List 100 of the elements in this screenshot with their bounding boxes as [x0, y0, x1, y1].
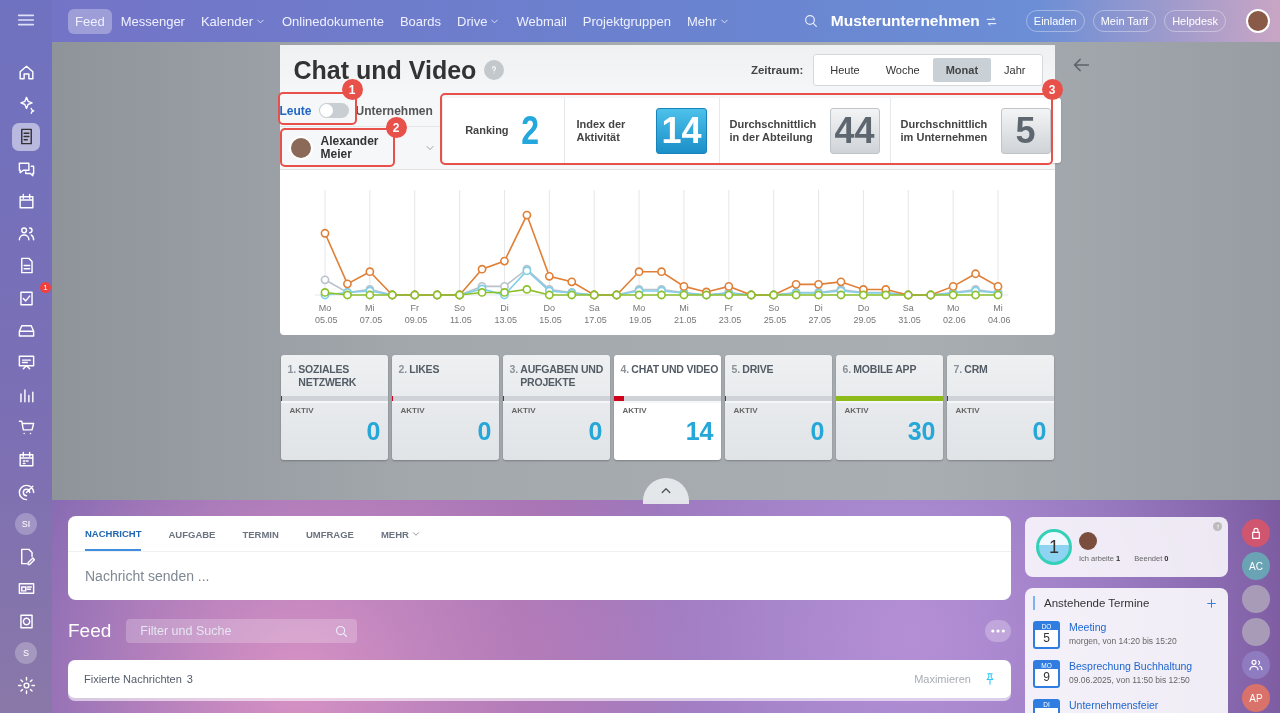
sidebar-item[interactable] [12, 122, 40, 151]
card-number: 2. [398, 363, 408, 377]
menu-item[interactable]: Boards [392, 8, 449, 34]
target-icon [16, 482, 36, 502]
category-card[interactable]: 6. MOBILE APP AKTIV 30 [835, 355, 943, 460]
period-tab[interactable]: Woche [872, 58, 933, 82]
card-value: 14 [684, 417, 715, 446]
events-title: Anstehende Termine [1044, 597, 1150, 609]
stat-label: Durchschnittlich im Unternehmen [900, 117, 989, 144]
card-title: CRM [964, 363, 988, 377]
event-time: morgen, von 14:20 bis 15:20 [1069, 636, 1177, 646]
menu-item[interactable]: Messenger [113, 8, 192, 34]
search-icon[interactable] [802, 13, 819, 29]
user-avatar[interactable] [1246, 9, 1270, 33]
home-icon [16, 62, 36, 82]
composer-tab[interactable]: AUFGABE [168, 516, 243, 552]
card-value: 0 [1031, 417, 1048, 446]
toggle-label[interactable]: Leute [279, 103, 312, 118]
day-number: 9 [1043, 669, 1050, 686]
chat-icon [16, 159, 36, 179]
menu-item[interactable]: Kalender [193, 8, 273, 34]
stat-value: 5 [1000, 107, 1051, 154]
card-number: 5. [731, 363, 741, 377]
card-value: 30 [906, 417, 937, 446]
people-icon [1248, 657, 1264, 673]
menu-item[interactable]: Webmail [509, 8, 574, 34]
avatar[interactable]: SI [15, 513, 37, 536]
status-label: AKTIV [954, 405, 981, 415]
feed-title: Feed [68, 620, 112, 642]
card-number: 1. [287, 363, 297, 377]
axis-label: Sa 31.05 [897, 303, 921, 325]
search-input[interactable]: Filter und Suche [138, 623, 335, 639]
card-number: 7. [953, 363, 963, 377]
axis-label: Fr 23.05 [718, 303, 741, 325]
event-link[interactable]: Meeting [1069, 621, 1177, 633]
day-number: 5 [1043, 630, 1050, 647]
menu-item[interactable]: Mehr [679, 8, 737, 34]
search-field[interactable]: Filter und Suche [126, 619, 358, 643]
add-icon[interactable] [1205, 596, 1218, 610]
swap-icon [984, 14, 998, 28]
status-label: AKTIV [621, 405, 648, 415]
composer-tab[interactable]: TERMIN [242, 516, 306, 552]
axis-label: Mo 05.05 [314, 303, 337, 325]
avatar[interactable]: S [15, 642, 37, 665]
status-label: AKTIV [399, 405, 426, 415]
axis-label: Do 15.05 [538, 303, 562, 325]
axis-label: Fr 09.05 [404, 303, 427, 325]
card-title: DRIVE [742, 363, 774, 377]
category-card[interactable]: 3. AUFGABEN UND PROJEKTE AKTIV 0 [502, 355, 610, 460]
pinned-count: 3 [186, 673, 193, 685]
avatar[interactable]: AC [1242, 552, 1270, 580]
period-tab[interactable]: Jahr [991, 58, 1039, 82]
status-label: AKTIV [732, 405, 759, 415]
card-value: 0 [476, 417, 493, 446]
group-chat-button[interactable] [1242, 651, 1270, 679]
user-avatar [288, 136, 313, 161]
presentation-icon [16, 353, 36, 373]
category-card[interactable]: 5. DRIVE AKTIV 0 [724, 355, 832, 460]
pinned-label: Fixierte Nachrichten [84, 673, 182, 685]
stat-label: Index der Aktivität [576, 117, 627, 144]
card-title: SOZIALES NETZWERK [298, 363, 358, 390]
status-label: AKTIV [843, 405, 870, 415]
card-value: 0 [809, 417, 826, 446]
axis-label: Mi 04.06 [987, 303, 1010, 325]
calendar-icon [16, 450, 36, 470]
calendar-icon [16, 191, 36, 211]
toggle-label[interactable]: Unternehmen [355, 103, 433, 118]
menu-item[interactable]: Onlinedokumente [275, 8, 391, 34]
axis-label: Sa 17.05 [583, 303, 607, 325]
lock-button[interactable] [1242, 519, 1270, 547]
card-number: 6. [842, 363, 852, 377]
event-link[interactable]: Besprechung Buchhaltung [1069, 660, 1193, 672]
company-switcher[interactable]: Musterunternehmen [830, 12, 998, 30]
toggle-switch[interactable] [318, 103, 349, 119]
event-link[interactable]: Unternehmensfeier [1069, 699, 1159, 711]
composer-tab[interactable]: MEHR [380, 516, 448, 552]
period-tab[interactable]: Heute [817, 58, 873, 82]
menu-item[interactable]: Drive [450, 8, 508, 34]
period-label: Zeitraum: [750, 64, 804, 76]
status-label: AKTIV [510, 405, 537, 415]
period-tab[interactable]: Monat [932, 58, 992, 82]
stat-value: 14 [656, 107, 707, 154]
card-title: MOBILE APP [853, 363, 917, 377]
avatar[interactable]: AP [1242, 684, 1270, 712]
more-button[interactable] [985, 620, 1011, 642]
card-value: 0 [365, 417, 382, 446]
category-card[interactable]: 2. LIKES AKTIV 0 [391, 355, 499, 460]
timer-value: 1 [1049, 536, 1059, 558]
more-icon [991, 629, 1005, 633]
axis-label: Mi 07.05 [359, 303, 382, 325]
message-input[interactable]: Nachricht senden ... [85, 564, 994, 587]
category-card[interactable]: 4. CHAT UND VIDEO AKTIV 14 [613, 355, 721, 460]
category-card[interactable]: 7. CRM AKTIV 0 [946, 355, 1054, 460]
stat-label: Durchschnittlich in der Abteilung [729, 117, 818, 144]
axis-label: Do 29.05 [852, 303, 876, 325]
axis-label: Di 13.05 [493, 303, 517, 325]
composer-tab[interactable]: UMFRAGE [305, 516, 381, 552]
category-card[interactable]: 1. SOZIALES NETZWERK AKTIV 0 [280, 355, 388, 460]
menu-item[interactable]: Projektgruppen [575, 8, 678, 34]
card-title: LIKES [409, 363, 440, 377]
